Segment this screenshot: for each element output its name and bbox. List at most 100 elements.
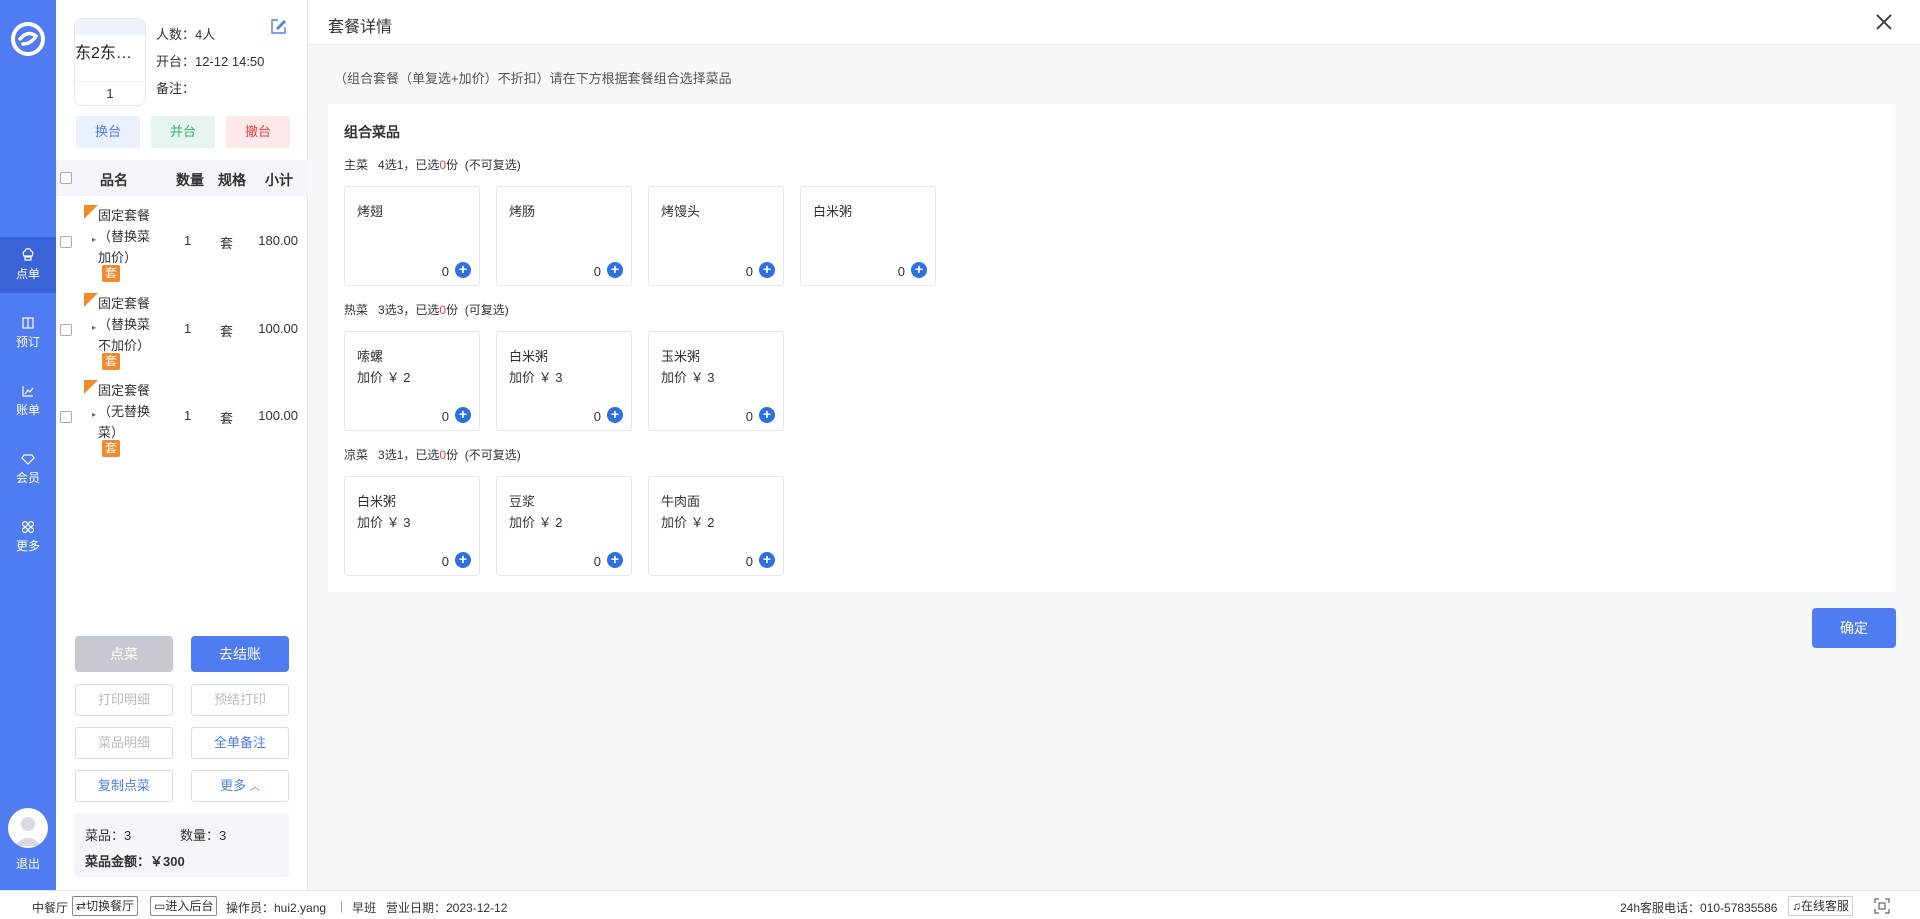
order-panel: 东2东… 1 人数：4人 开台：12-12 14:50 备注： 换台 并台 撤台…: [56, 0, 308, 890]
summary-quantity: 数量：3: [180, 828, 227, 843]
checkout-button[interactable]: 去结账: [191, 636, 289, 672]
chevron-up-icon: ︿: [249, 782, 260, 793]
print-detail-button[interactable]: 打印明细: [75, 684, 173, 716]
more-button[interactable]: 更多 ︿: [191, 770, 289, 802]
chart-icon: [22, 386, 34, 397]
user-avatar-icon: [14, 817, 42, 846]
dish-card[interactable]: 白米粥 0 +: [800, 186, 936, 286]
row-qty: 1: [184, 321, 192, 336]
add-dish-icon[interactable]: +: [455, 552, 471, 568]
group-name: 凉菜: [344, 448, 369, 462]
expand-arrow-icon[interactable]: ▸: [92, 323, 96, 332]
monitor-icon: ▭: [154, 899, 166, 913]
order-row[interactable]: ▸ 固定套餐（替换菜加价） 套 1 套 180.00: [56, 199, 308, 285]
merge-table-button[interactable]: 并台: [151, 116, 215, 148]
row-price: 100.00: [258, 408, 298, 423]
order-summary: 菜品：3 数量：3 菜品金额：￥300: [74, 813, 289, 877]
dish-count: 0: [593, 264, 601, 279]
row-checkbox[interactable]: [60, 324, 72, 336]
dish-card[interactable]: 白米粥 加价 ￥ 3 0 +: [496, 331, 632, 431]
add-dish-icon[interactable]: +: [759, 407, 775, 423]
add-dish-icon[interactable]: +: [607, 552, 623, 568]
logout-button[interactable]: 退出: [0, 855, 56, 872]
add-dish-icon[interactable]: +: [759, 552, 775, 568]
operator: 操作员：hui2.yang: [226, 901, 327, 915]
dish-name: 烤肠: [509, 204, 536, 219]
dish-card[interactable]: 烤肠 0 +: [496, 186, 632, 286]
table-card[interactable]: 东2东… 1: [74, 18, 146, 106]
all-remark-button[interactable]: 全单备注: [191, 727, 289, 759]
avatar[interactable]: [8, 808, 48, 848]
nav-item-more[interactable]: 更多: [0, 509, 56, 565]
dish-count: 0: [441, 554, 449, 569]
select-all-checkbox[interactable]: [60, 172, 72, 184]
online-service-button[interactable]: ♫在线客服: [1788, 896, 1854, 916]
group-title-cold: 凉菜 3选1，已选0份 (不可复选): [344, 446, 521, 463]
row-checkbox[interactable]: [60, 236, 72, 248]
combo-corner-mark: [84, 205, 98, 219]
app-root: 点单 预订 账单 会员 更多 退出 东2东… 1 人数：4人 开台：12-12 …: [0, 0, 1920, 919]
add-dish-icon[interactable]: +: [607, 262, 623, 278]
dish-card[interactable]: 白米粥 加价 ￥ 3 0 +: [344, 476, 480, 576]
separator: |: [340, 899, 344, 913]
summary-dishes: 菜品：3: [85, 828, 132, 843]
fullscreen-icon[interactable]: [1874, 898, 1890, 914]
hotline: 24h客服电话：010-57835586: [1620, 901, 1778, 915]
dialog-title: 套餐详情: [328, 19, 393, 36]
grid-icon: [21, 520, 35, 534]
people-count: 人数：4人: [156, 27, 216, 42]
online-service-label: 在线客服: [1801, 899, 1850, 913]
dish-card[interactable]: 牛肉面 加价 ￥ 2 0 +: [648, 476, 784, 576]
dish-name: 白米粥: [813, 204, 853, 219]
pre-print-button[interactable]: 预结打印: [191, 684, 289, 716]
change-table-button[interactable]: 换台: [76, 116, 140, 148]
dish-price: 加价 ￥ 3: [509, 370, 563, 385]
table-name: 东2东…: [75, 45, 132, 62]
dish-count: 0: [745, 554, 753, 569]
order-row[interactable]: ▸ 固定套餐（替换菜不加价） 套 1 套 100.00: [56, 287, 308, 373]
dish-count: 0: [441, 264, 449, 279]
dish-card[interactable]: 玉米粥 加价 ￥ 3 0 +: [648, 331, 784, 431]
dish-card[interactable]: 嗦螺 加价 ￥ 2 0 +: [344, 331, 480, 431]
dish-card[interactable]: 豆浆 加价 ￥ 2 0 +: [496, 476, 632, 576]
expand-arrow-icon[interactable]: ▸: [92, 235, 96, 244]
enter-backend-button[interactable]: ▭进入后台: [150, 896, 218, 916]
combo-tag: 套: [102, 265, 120, 282]
cancel-table-button[interactable]: 撤台: [226, 116, 290, 148]
nav-item-member[interactable]: 会员: [0, 441, 56, 497]
group-rule-suffix: 份: [446, 158, 459, 172]
header-spec: 规格: [218, 172, 246, 188]
expand-arrow-icon[interactable]: ▸: [92, 410, 96, 419]
dish-card[interactable]: 烤馒头 0 +: [648, 186, 784, 286]
close-icon[interactable]: [1874, 12, 1894, 32]
row-checkbox[interactable]: [60, 411, 72, 423]
dish-count: 0: [745, 264, 753, 279]
edit-icon[interactable]: [269, 18, 287, 36]
combo-tag: 套: [102, 440, 120, 457]
switch-hall-button[interactable]: ⇄切换餐厅: [72, 896, 139, 916]
nav-item-reserve[interactable]: 预订: [0, 305, 56, 361]
combo-corner-mark: [84, 293, 98, 307]
confirm-button[interactable]: 确定: [1812, 608, 1896, 648]
dish-name: 白米粥: [357, 494, 397, 509]
diamond-icon: [21, 454, 35, 465]
nav-item-bills[interactable]: 账单: [0, 373, 56, 429]
combo-dishes-panel: 组合菜品 主菜 4选1，已选0份 (不可复选) 烤翅 0 + 烤肠 0 + 烤馒…: [328, 104, 1895, 592]
header-subtotal: 小计: [265, 172, 293, 188]
group-rule: 4选1，已选: [378, 158, 440, 172]
combo-tag: 套: [102, 353, 120, 370]
order-dish-button[interactable]: 点菜: [75, 636, 173, 672]
add-dish-icon[interactable]: +: [759, 262, 775, 278]
group-rule: 3选3，已选: [378, 303, 440, 317]
group-note: (不可复选): [464, 448, 521, 462]
add-dish-icon[interactable]: +: [455, 407, 471, 423]
group-note: (可复选): [464, 303, 509, 317]
dish-card[interactable]: 烤翅 0 +: [344, 186, 480, 286]
add-dish-icon[interactable]: +: [607, 407, 623, 423]
copy-order-button[interactable]: 复制点菜: [75, 770, 173, 802]
order-row[interactable]: ▸ 固定套餐（无替换菜） 套 1 套 100.00: [56, 374, 308, 460]
nav-item-order[interactable]: 点单: [0, 237, 56, 293]
add-dish-icon[interactable]: +: [911, 262, 927, 278]
dish-detail-button[interactable]: 菜品明细: [75, 727, 173, 759]
add-dish-icon[interactable]: +: [455, 262, 471, 278]
